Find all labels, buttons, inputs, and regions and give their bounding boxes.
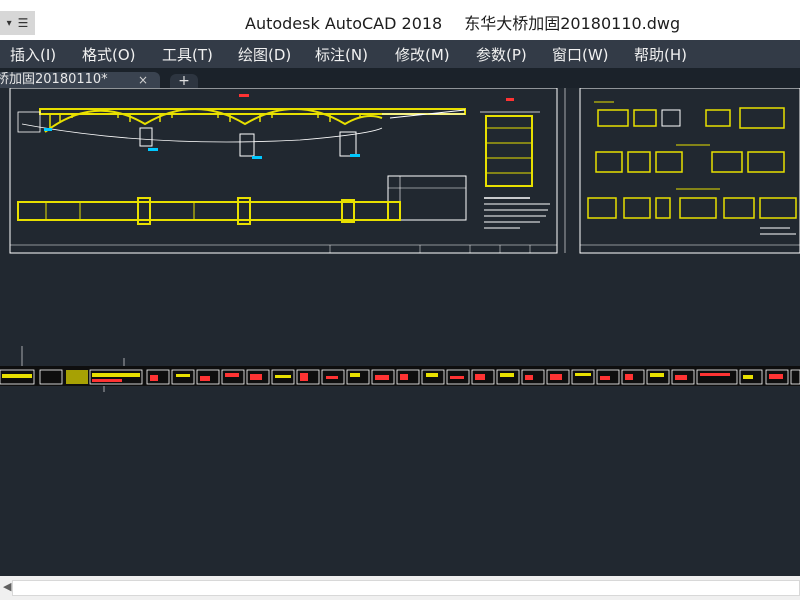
notes-text-block	[484, 197, 550, 229]
customize-menu-icon: ☰	[17, 16, 29, 30]
bridge-elevation-drawing	[17, 94, 514, 159]
sheet-thumbnail-strip	[0, 346, 800, 392]
scrollbar-thumb[interactable]	[12, 580, 800, 596]
menu-insert[interactable]: 插入(I)	[10, 44, 56, 65]
cross-section-drawing	[480, 111, 540, 187]
menu-draw[interactable]: 绘图(D)	[238, 44, 291, 65]
horizontal-scrollbar[interactable]: ◀	[0, 576, 800, 600]
dropdown-arrow-icon: ▾	[6, 17, 12, 29]
menu-modify[interactable]: 修改(M)	[395, 44, 450, 65]
quick-access-dropdown[interactable]: ▾ ☰	[0, 11, 35, 35]
title-bar: ▾ ☰ Autodesk AutoCAD 2018 东华大桥加固20180110.…	[0, 0, 800, 40]
drawing-viewport	[0, 88, 800, 392]
menu-window[interactable]: 窗口(W)	[552, 44, 609, 65]
new-tab-button[interactable]: +	[170, 74, 198, 88]
menu-help[interactable]: 帮助(H)	[634, 44, 687, 65]
menu-bar: 插入(I) 格式(O) 工具(T) 绘图(D) 标注(N) 修改(M) 参数(P…	[0, 40, 800, 68]
menu-dimension[interactable]: 标注(N)	[315, 44, 368, 65]
drawing-canvas[interactable]	[0, 88, 800, 576]
menu-tools[interactable]: 工具(T)	[162, 44, 213, 65]
menu-parametric[interactable]: 参数(P)	[476, 44, 527, 65]
tab-drawing[interactable]: 桥加固20180110* ×	[0, 72, 160, 88]
scroll-left-arrow-icon[interactable]: ◀	[3, 580, 11, 593]
file-name: 东华大桥加固20180110.dwg	[464, 14, 681, 33]
window-title: Autodesk AutoCAD 2018 东华大桥加固20180110.dwg	[245, 10, 680, 34]
menu-format[interactable]: 格式(O)	[82, 44, 136, 65]
file-tab-bar: 桥加固20180110* × +	[0, 68, 800, 88]
close-icon[interactable]: ×	[138, 72, 148, 88]
drawing-sheet-elevation	[9, 88, 558, 254]
app-title: Autodesk AutoCAD 2018	[245, 14, 443, 33]
tab-label: 桥加固20180110*	[0, 72, 108, 87]
detail-drawings	[587, 101, 797, 235]
bridge-plan-drawing	[17, 175, 467, 225]
